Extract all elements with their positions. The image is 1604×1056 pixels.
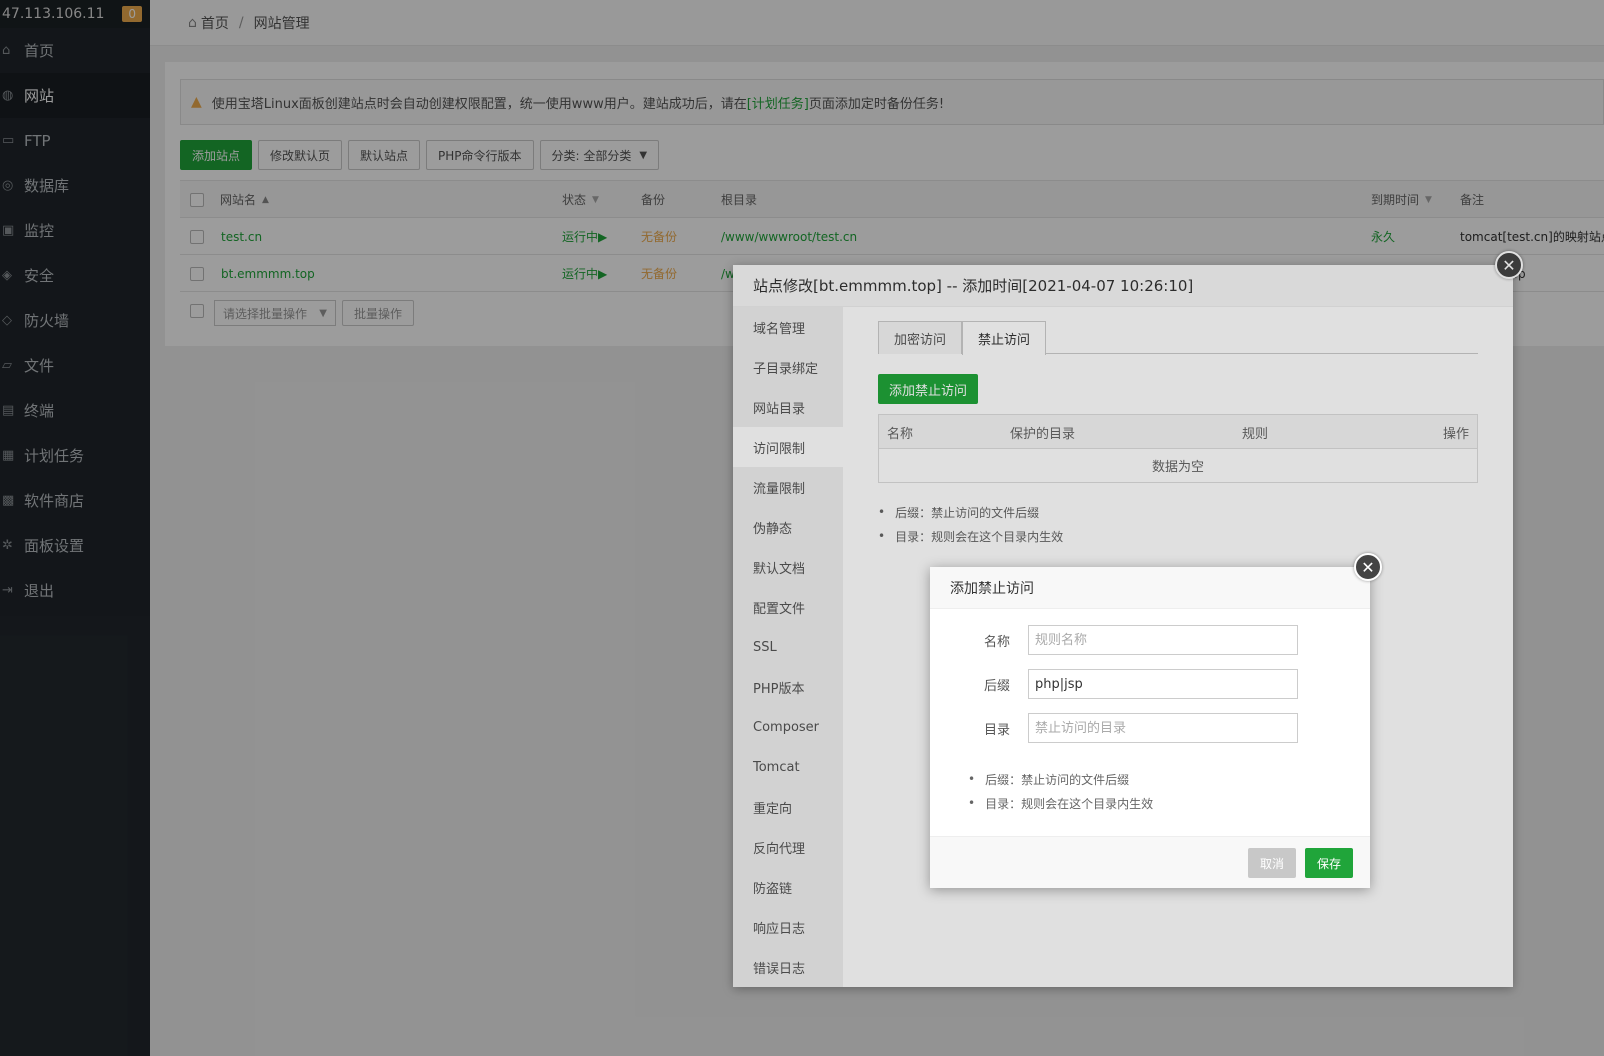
- directory-input[interactable]: [1028, 713, 1298, 743]
- dir-label: 目录: [983, 722, 1010, 738]
- name-label: 名称: [983, 634, 1010, 650]
- form-row-suffix: 后缀: [930, 669, 1370, 699]
- add-deny-access-dialog: 添加禁止访问 ✕ 名称 后缀 目录 后缀：禁止访问的文件后缀 目录：规则会在这个…: [930, 553, 1382, 888]
- form-row-dir: 目录: [930, 713, 1370, 743]
- save-button[interactable]: 保存: [1305, 848, 1354, 878]
- rule-name-input[interactable]: [1028, 625, 1298, 655]
- help-note: 后缀：禁止访问的文件后缀: [968, 767, 1153, 791]
- help-note: 目录：规则会在这个目录内生效: [968, 791, 1153, 815]
- dialog-footer: 取消 保存: [930, 836, 1370, 888]
- close-icon[interactable]: ✕: [1354, 553, 1382, 581]
- dialog-overlay[interactable]: [0, 0, 1604, 1056]
- cancel-button[interactable]: 取消: [1248, 848, 1297, 878]
- dialog-title: 添加禁止访问: [930, 567, 1370, 609]
- suffix-label: 后缀: [983, 678, 1010, 694]
- form-row-name: 名称: [930, 625, 1370, 655]
- suffix-input[interactable]: [1028, 669, 1298, 699]
- dialog-help-notes: 后缀：禁止访问的文件后缀 目录：规则会在这个目录内生效: [968, 767, 1153, 815]
